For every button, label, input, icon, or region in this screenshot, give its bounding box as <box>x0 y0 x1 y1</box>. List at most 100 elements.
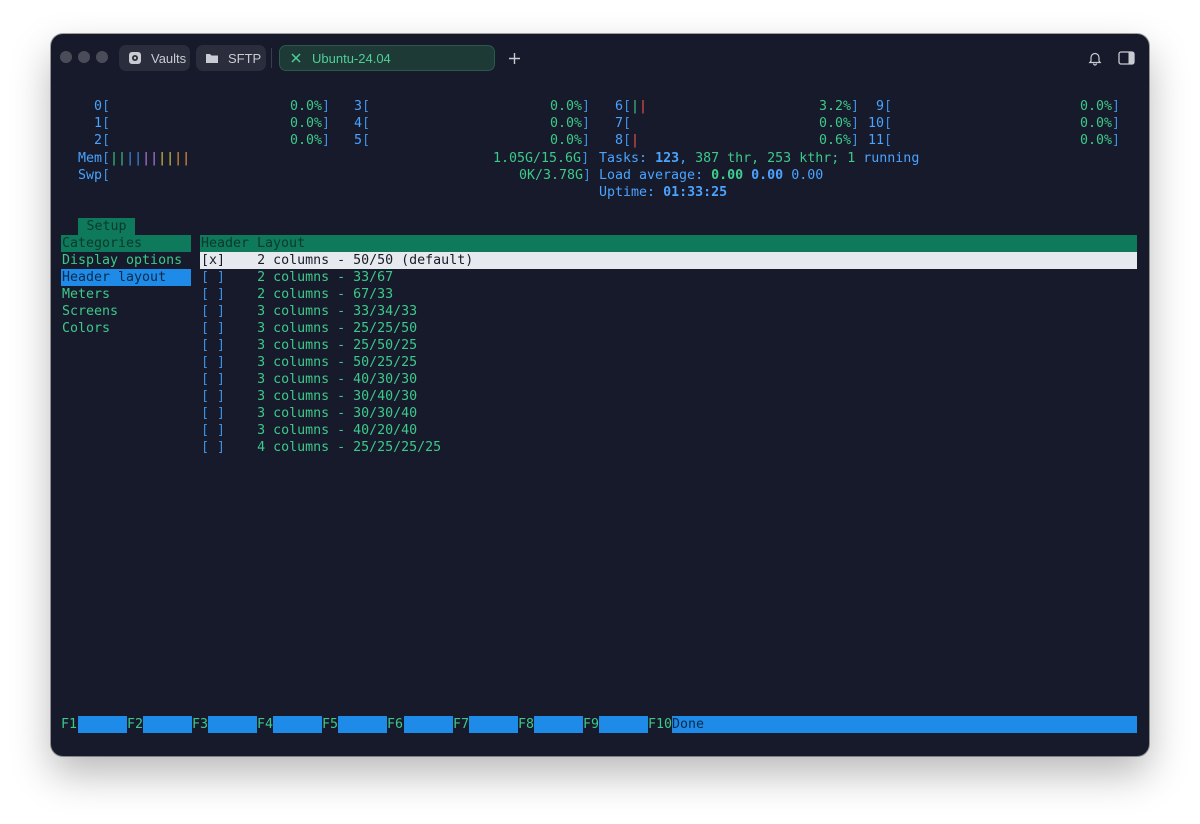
minimize-window-button[interactable] <box>78 51 90 63</box>
zoom-window-button[interactable] <box>96 51 108 63</box>
option-checkbox: [ ] <box>201 440 226 455</box>
cpu-5-value: 0.0%] <box>550 132 590 149</box>
terminal-line: 8[| <box>615 132 639 149</box>
option-checkbox: [ ] <box>201 423 226 438</box>
option-label: 3 columns - 33/34/33 <box>257 304 418 319</box>
terminal-text: ] <box>583 168 592 183</box>
terminal-text: 6 <box>615 99 624 114</box>
layout-option[interactable]: [ ] 3 columns - 50/25/25 <box>200 354 1137 371</box>
f10-done-label[interactable]: Done <box>672 716 1137 733</box>
f6-label[interactable] <box>404 716 453 733</box>
terminal-text: ] <box>1112 99 1121 114</box>
sidebar-toggle-button[interactable] <box>1116 48 1136 68</box>
option-label: 3 columns - 30/30/40 <box>257 406 418 421</box>
close-window-button[interactable] <box>60 51 72 63</box>
terminal-text: ] <box>1112 116 1121 131</box>
terminal-text: || <box>126 151 143 166</box>
terminal-text: || <box>110 151 127 166</box>
f5-key[interactable]: F5 <box>322 716 338 733</box>
swp-value: 0K/3.78G] <box>519 167 591 184</box>
terminal-text: 10 <box>868 116 885 131</box>
layout-option[interactable]: [ ] 3 columns - 40/30/30 <box>200 371 1137 388</box>
terminal-text: Swp <box>78 168 103 183</box>
terminal-text: [ <box>102 99 111 114</box>
setup-tab[interactable]: Setup <box>78 218 135 236</box>
category-screens[interactable]: Screens <box>61 303 191 320</box>
f2-label[interactable] <box>143 716 192 733</box>
terminal-text: [ <box>884 99 893 114</box>
layout-option[interactable]: [ ] 2 columns - 67/33 <box>200 286 1137 303</box>
notifications-button[interactable] <box>1085 48 1105 68</box>
f8-key[interactable]: F8 <box>518 716 534 733</box>
layout-option[interactable]: [ ] 3 columns - 40/20/40 <box>200 422 1137 439</box>
cpu-10-value: 0.0%] <box>1080 115 1120 132</box>
terminal-text: ] <box>322 99 331 114</box>
vault-icon <box>127 50 143 66</box>
folder-icon <box>204 50 220 66</box>
terminal-text: 3.2% <box>819 99 852 114</box>
terminal-text: ] <box>581 151 590 166</box>
f5-label[interactable] <box>338 716 387 733</box>
layout-option[interactable]: [x] 2 columns - 50/50 (default) <box>200 252 1137 269</box>
f3-label[interactable] <box>208 716 257 733</box>
cpu-3-value: 0.0%] <box>550 98 590 115</box>
layout-option[interactable]: [ ] 3 columns - 25/50/25 <box>200 337 1137 354</box>
f1-key[interactable]: F1 <box>61 716 77 733</box>
terminal-text: [ <box>102 133 111 148</box>
layout-option[interactable]: [ ] 3 columns - 25/25/50 <box>200 320 1137 337</box>
terminal-text: [ <box>623 116 632 131</box>
terminal-text: 0.00 <box>711 168 744 183</box>
terminal-text: [ <box>884 133 893 148</box>
f9-key[interactable]: F9 <box>583 716 599 733</box>
f4-key[interactable]: F4 <box>257 716 273 733</box>
layout-option[interactable]: [ ] 3 columns - 33/34/33 <box>200 303 1137 320</box>
option-label: 2 columns - 67/33 <box>257 287 394 302</box>
terminal-text: 0K/3.78G <box>519 168 584 183</box>
f7-key[interactable]: F7 <box>453 716 469 733</box>
option-label: 2 columns - 33/67 <box>257 270 394 285</box>
tab-sftp[interactable]: SFTP <box>196 45 266 71</box>
f4-label[interactable] <box>273 716 322 733</box>
category-meters[interactable]: Meters <box>61 286 191 303</box>
terminal-line: 5[ <box>354 132 370 149</box>
terminal-line: 2[ <box>94 132 110 149</box>
tab-vaults[interactable]: Vaults <box>119 45 190 71</box>
f6-key[interactable]: F6 <box>387 716 403 733</box>
terminal-line: 10[ <box>868 115 892 132</box>
f8-label[interactable] <box>534 716 583 733</box>
sidebar-icon <box>1117 51 1135 65</box>
category-colors[interactable]: Colors <box>61 320 191 337</box>
terminal-text: 1 <box>847 151 856 166</box>
category-display-options[interactable]: Display options <box>61 252 191 269</box>
terminal-text: ] <box>582 99 591 114</box>
terminal-line: 4[ <box>354 115 370 132</box>
new-tab-button[interactable] <box>503 45 525 71</box>
f9-label[interactable] <box>599 716 648 733</box>
layout-option[interactable]: [ ] 3 columns - 30/30/40 <box>200 405 1137 422</box>
layout-option[interactable]: [ ] 2 columns - 33/67 <box>200 269 1137 286</box>
f3-key[interactable]: F3 <box>192 716 208 733</box>
close-icon[interactable] <box>288 50 304 66</box>
terminal-text: 0.0% <box>290 133 323 148</box>
terminal-text: ] <box>851 133 860 148</box>
layout-option[interactable]: [ ] 4 columns - 25/25/25/25 <box>200 439 1137 456</box>
layout-option[interactable]: [ ] 3 columns - 30/40/30 <box>200 388 1137 405</box>
f2-key[interactable]: F2 <box>127 716 143 733</box>
terminal-text: [ <box>102 151 111 166</box>
option-label: 3 columns - 30/40/30 <box>257 389 418 404</box>
f1-label[interactable] <box>78 716 127 733</box>
terminal-text: 0 <box>94 99 103 114</box>
cpu-6-value: 3.2%] <box>819 98 859 115</box>
load-average-line: Load average: 0.00 0.00 0.00 <box>599 167 823 184</box>
terminal-text: | <box>631 133 640 148</box>
cpu-8-value: 0.6%] <box>819 132 859 149</box>
category-header-layout[interactable]: Header layout <box>61 269 191 286</box>
option-checkbox: [ ] <box>201 304 226 319</box>
cpu-7-value: 0.0%] <box>819 115 859 132</box>
f10-key[interactable]: F10 <box>648 716 672 733</box>
terminal-text: 123 <box>655 151 680 166</box>
terminal-text: 0.0% <box>550 133 583 148</box>
tab-ubuntu[interactable]: Ubuntu-24.04 <box>279 45 495 71</box>
terminal-text: ] <box>851 116 860 131</box>
f7-label[interactable] <box>469 716 518 733</box>
